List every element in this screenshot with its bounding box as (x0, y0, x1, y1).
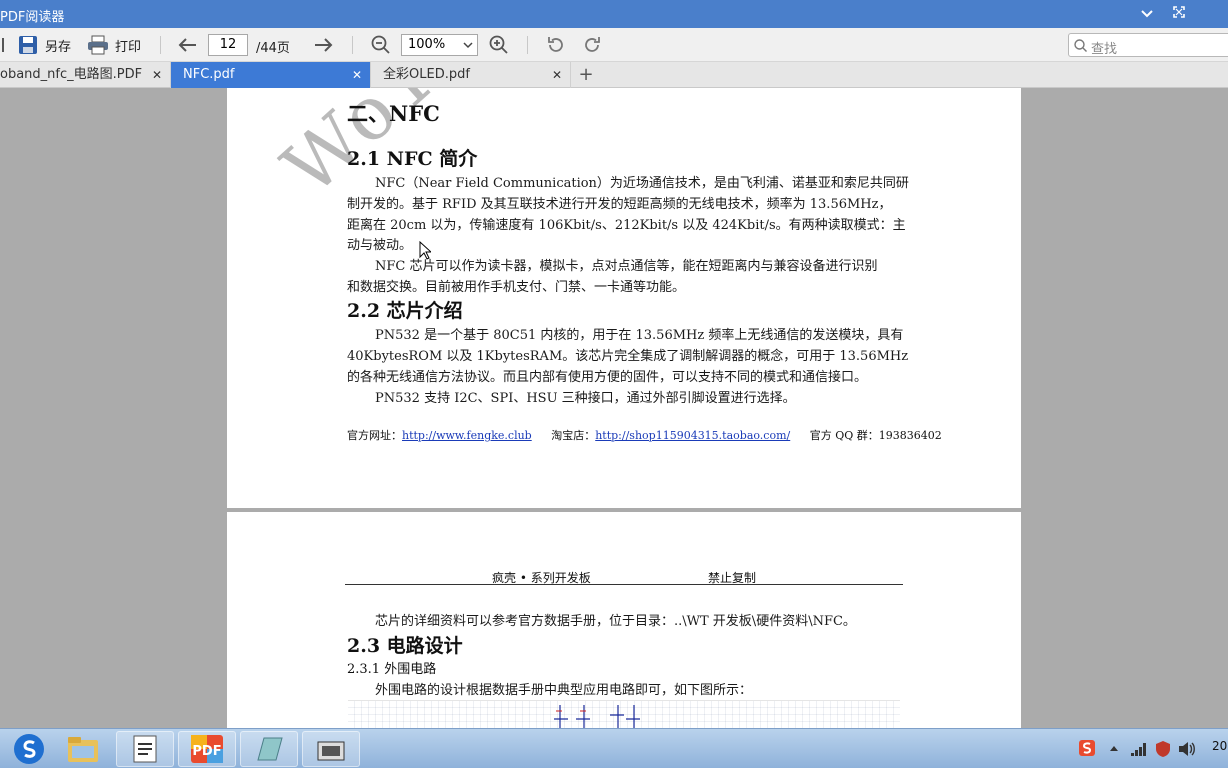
toolbar: 另存 打印 12 /44页 100% 查找 (0, 28, 1228, 62)
paragraph-line: NFC（Near Field Communication）为近场通信技术，是由飞… (375, 176, 909, 191)
show-hidden-icons-icon[interactable] (1108, 743, 1120, 753)
folder-icon (68, 737, 98, 762)
new-tab-button[interactable]: + (576, 62, 596, 88)
zoom-level-select[interactable]: 100% (401, 34, 478, 56)
window-title: PDF阅读器 (0, 10, 65, 25)
truncated-toolbar-item[interactable] (0, 28, 6, 62)
pdf-icon: PDF (191, 735, 223, 763)
zoom-level-value: 100% (408, 37, 446, 52)
save-as-label: 另存 (45, 39, 72, 55)
subsection-heading: 2.3.1 外围电路 (347, 662, 437, 677)
rotate-clockwise-button[interactable] (580, 33, 604, 57)
pdf-page: WoTv 二、NFC 2.1 NFC 简介 NFC（Near Field Com… (227, 88, 1021, 508)
taskbar-app-pdf-reader[interactable]: PDF (178, 731, 236, 767)
close-icon[interactable]: ✕ (352, 62, 362, 88)
arrow-left-icon (178, 38, 196, 52)
taskbar-app-paint[interactable] (240, 731, 298, 767)
zoom-out-icon (371, 35, 390, 54)
previous-page-button[interactable] (176, 33, 200, 57)
paragraph-line: 制开发的。基于 RFID 及其互联技术进行开发的短距高频的无线电技术，频率为 1… (347, 197, 892, 212)
taskbar-app-microsoft[interactable] (302, 731, 360, 767)
footer-site-link[interactable]: http://www.fengke.club (402, 429, 532, 442)
network-signal-icon[interactable] (1130, 741, 1148, 757)
save-icon (19, 36, 37, 54)
page-total: /44页 (256, 41, 290, 56)
paragraph-line: 外围电路的设计根据数据手册中典型应用电路即可，如下图所示： (375, 683, 753, 698)
save-as-button[interactable]: 另存 (18, 28, 71, 62)
heading-main: 二、NFC (347, 101, 440, 126)
taskbar-app-sogou[interactable] (0, 731, 58, 767)
print-label: 打印 (115, 39, 142, 55)
paragraph-line: 动与被动。 (347, 238, 413, 253)
fullscreen-button[interactable] (1168, 4, 1190, 24)
footer-shop-label: 淘宝店： (551, 429, 596, 442)
section-heading: 2.3 电路设计 (347, 635, 463, 657)
footer-qq: 官方 QQ 群：193836402 (809, 429, 942, 442)
section-heading: 2.2 芯片介绍 (347, 300, 463, 322)
security-shield-icon[interactable] (1154, 740, 1172, 758)
zoom-in-button[interactable] (487, 33, 511, 57)
title-bar: PDF阅读器 (0, 0, 1228, 28)
tab-label: 全彩OLED.pdf (383, 67, 470, 82)
pdf-page: 疯壳 • 系列开发板 禁止复制 芯片的详细资料可以参考官方数据手册，位于目录：.… (227, 512, 1021, 728)
paint-icon (257, 737, 283, 761)
page-number-input[interactable]: 12 (208, 34, 248, 56)
header-rule (345, 584, 903, 585)
rotate-right-icon (585, 37, 600, 52)
chevron-down-icon (1141, 10, 1153, 18)
zoom-in-icon (489, 35, 508, 54)
tab-oband-nfc[interactable]: oband_nfc_电路图.PDF ✕ (0, 62, 171, 88)
notepad-icon (133, 735, 157, 763)
browser-icon (14, 734, 44, 764)
arrow-right-icon (315, 38, 333, 52)
paragraph-line: 40KbytesROM 以及 1KbytesRAM。该芯片完全集成了调制解调器的… (347, 349, 909, 364)
paragraph-line: 的各种无线通信方法协议。而且内部有使用方便的固件，可以支持不同的模式和通信接口。 (347, 370, 868, 385)
next-page-button[interactable] (311, 33, 335, 57)
search-placeholder: 查找 (1091, 42, 1118, 57)
zoom-out-button[interactable] (369, 33, 393, 57)
print-button[interactable]: 打印 (87, 28, 141, 62)
tab-oled-pdf[interactable]: 全彩OLED.pdf ✕ (371, 62, 571, 88)
taskbar-app-explorer[interactable] (54, 731, 112, 767)
volume-icon[interactable] (1178, 741, 1196, 757)
page-footer: 官方网址：http://www.fengke.club 淘宝店：http://s… (347, 427, 942, 443)
footer-shop-link[interactable]: http://shop115904315.taobao.com/ (595, 429, 790, 442)
search-icon (1074, 39, 1087, 52)
paragraph-line: NFC 芯片可以作为读卡器，模拟卡，点对点通信等，能在短距离内与兼容设备进行识别 (375, 259, 878, 274)
tab-label: oband_nfc_电路图.PDF (0, 67, 143, 82)
mouse-cursor-icon (419, 241, 431, 260)
toolbar-divider (527, 36, 528, 54)
paragraph-line: 距离在 20cm 以为，传输速度有 106Kbit/s、212Kbit/s 以及… (347, 218, 906, 233)
paragraph-line: PN532 支持 I2C、SPI、HSU 三种接口，通过外部引脚设置进行选择。 (375, 391, 796, 406)
footer-site-label: 官方网址： (347, 429, 402, 442)
sogou-ime-icon[interactable] (1078, 739, 1096, 757)
document-tab-bar: oband_nfc_电路图.PDF ✕ NFC.pdf ✕ 全彩OLED.pdf… (0, 62, 1228, 88)
paragraph-line: PN532 是一个基于 80C51 内核的，用于在 13.56MHz 频率上无线… (375, 328, 904, 343)
fullscreen-icon (1173, 6, 1185, 18)
taskbar: PDF 20 (0, 728, 1228, 768)
section-heading: 2.1 NFC 简介 (347, 148, 478, 170)
tab-label: NFC.pdf (183, 67, 235, 82)
close-icon[interactable]: ✕ (552, 62, 562, 88)
close-icon[interactable]: ✕ (152, 62, 162, 88)
circuit-schematic-image (348, 700, 900, 728)
paragraph-line: 和数据交换。目前被用作手机支付、门禁、一卡通等功能。 (347, 280, 686, 295)
device-icon (317, 741, 345, 761)
rotate-left-icon (548, 37, 563, 52)
printer-icon (88, 35, 108, 55)
clock[interactable]: 20 (1212, 739, 1227, 753)
toolbar-divider (352, 36, 353, 54)
search-input[interactable]: 查找 (1068, 33, 1228, 57)
chevron-down-icon (463, 35, 473, 63)
rotate-counterclockwise-button[interactable] (544, 33, 568, 57)
taskbar-app-notepad[interactable] (116, 731, 174, 767)
tab-nfc-pdf[interactable]: NFC.pdf ✕ (171, 62, 371, 88)
toolbar-divider (160, 36, 161, 54)
menu-dropdown-button[interactable] (1136, 4, 1158, 24)
svg-text:PDF: PDF (192, 744, 221, 759)
paragraph-line: 芯片的详细资料可以参考官方数据手册，位于目录：..\WT 开发板\硬件资料\NF… (375, 614, 856, 629)
